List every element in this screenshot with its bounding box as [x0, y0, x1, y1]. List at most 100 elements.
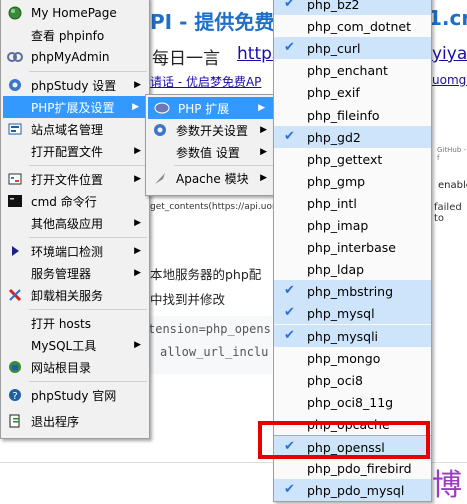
menu-item-open-location[interactable]: 打开文件位置 ▶: [1, 168, 149, 190]
extension-item-php-curl[interactable]: ✔ php_curl: [274, 37, 431, 60]
extension-label: php_gmp: [307, 173, 366, 189]
menu-item-label: 退出程序: [31, 414, 80, 429]
submenu-item-switch-settings[interactable]: 参数开关设置 ▶: [146, 119, 275, 141]
extension-label: php_gettext: [307, 151, 383, 167]
extension-item-php-imap[interactable]: php_imap: [274, 214, 431, 236]
submenu-item-apache-modules[interactable]: Apache 模块 ▶: [146, 167, 275, 189]
php-icon: [154, 100, 170, 116]
extension-label: php_oci8_11g: [307, 394, 394, 410]
menu-item-mysql-tools[interactable]: MySQL工具 ▶: [1, 334, 149, 356]
cmd-icon: [7, 193, 23, 209]
submenu-item-php-extensions[interactable]: PHP 扩展 ▶: [148, 97, 273, 119]
extension-label: php_pdo_firebird: [307, 461, 412, 477]
menu-item-cmd[interactable]: cmd 命令行: [1, 190, 149, 212]
submenu-arrow-icon: ▶: [134, 340, 141, 350]
big-char: 博: [432, 468, 462, 503]
menu-item-label: My HomePage: [31, 6, 117, 20]
extension-item-php-bz2[interactable]: ✔ php_bz2: [274, 0, 431, 15]
folder-icon: [7, 171, 23, 187]
menu-separator: [29, 165, 147, 166]
extension-item-php-mbstring[interactable]: ✔ php_mbstring: [274, 280, 431, 303]
menu-item-site-domains[interactable]: 站点域名管理: [1, 118, 149, 140]
menu-separator: [29, 381, 147, 382]
submenu-arrow-icon: ▶: [260, 147, 267, 157]
menu-separator: [174, 165, 273, 166]
description-link[interactable]: 请话 - 优启梦免费AP: [150, 73, 261, 90]
menu-item-web-root[interactable]: 网站根目录: [1, 356, 149, 378]
extension-item-php-mongo[interactable]: php_mongo: [274, 347, 431, 369]
submenu-arrow-icon: ▶: [134, 80, 141, 90]
menu-item-label: phpMyAdmin: [31, 50, 110, 64]
extension-item-php-gd2[interactable]: ✔ php_gd2: [274, 125, 431, 148]
svg-text:?: ?: [12, 391, 17, 402]
extension-item-php-fileinfo[interactable]: php_fileinfo: [274, 104, 431, 126]
subtitle: 每日一言: [152, 49, 220, 69]
menu-item-label: 参数开关设置: [176, 123, 249, 138]
menu-separator: [29, 237, 147, 238]
sites-icon: [7, 121, 23, 137]
extension-item-php-oci8-11g[interactable]: php_oci8_11g: [274, 391, 431, 413]
extension-item-php-intl[interactable]: php_intl: [274, 192, 431, 214]
check-icon: ✔: [284, 482, 295, 498]
extension-label: php_gd2: [307, 129, 361, 145]
menu-item-label: 站点域名管理: [31, 122, 104, 137]
menu-item-open-hosts[interactable]: 打开 hosts: [1, 312, 149, 334]
description-link-right[interactable]: uomg.: [432, 73, 467, 87]
extension-item-php-gmp[interactable]: php_gmp: [274, 170, 431, 192]
extension-label: php_ldap: [307, 262, 365, 278]
extension-item-php-exif[interactable]: php_exif: [274, 81, 431, 103]
page-title-right: 1.cn: [428, 6, 467, 30]
submenu-arrow-icon: ▶: [134, 268, 141, 278]
code-line-1-right: failed to: [434, 202, 462, 224]
extension-label: php_oci8: [307, 372, 363, 388]
menu-item-label: PHP扩展及设置: [31, 100, 115, 115]
menu-item-official-site[interactable]: ? phpStudy 官网: [1, 384, 149, 406]
menu-item-phpmyadmin[interactable]: phpMyAdmin: [1, 46, 149, 68]
phpmyadmin-icon: [7, 49, 23, 65]
extension-item-php-oci8[interactable]: php_oci8: [274, 369, 431, 391]
php-extensions-submenu: PHP 扩展 ▶ 参数开关设置 ▶ 参数值 设置 ▶ Apache 模块 ▶: [145, 94, 276, 196]
extension-item-php-interbase[interactable]: php_interbase: [274, 236, 431, 258]
extension-label: php_fileinfo: [307, 107, 380, 123]
extension-label: php_intl: [307, 195, 357, 211]
extension-item-php-mysqli[interactable]: ✔ php_mysqli: [274, 324, 431, 347]
menu-item-php-extensions[interactable]: PHP扩展及设置 ▶: [3, 96, 147, 118]
menu-item-label: 服务管理器: [31, 266, 92, 281]
submenu-arrow-icon: ▶: [258, 103, 265, 113]
extension-label: php_exif: [307, 85, 360, 101]
extension-item-php-ldap[interactable]: php_ldap: [274, 258, 431, 280]
gear-icon: [7, 77, 23, 93]
menu-item-label: 环境端口检测: [31, 244, 104, 259]
extension-item-php-mysql[interactable]: ✔ php_mysql: [274, 302, 431, 325]
menu-item-label: 参数值 设置: [176, 145, 240, 160]
menu-item-uninstall[interactable]: 卸载相关服务: [1, 284, 149, 306]
extension-item-php-com-dotnet[interactable]: php_com_dotnet: [274, 15, 431, 37]
menu-item-service-manager[interactable]: 服务管理器 ▶: [1, 262, 149, 284]
extension-item-php-gettext[interactable]: php_gettext: [274, 148, 431, 170]
extension-label: php_mbstring: [307, 284, 394, 300]
menu-item-homepage[interactable]: My HomePage: [1, 2, 149, 24]
submenu-arrow-icon: ▶: [132, 102, 139, 112]
exit-icon: [7, 413, 23, 429]
extension-label: php_mysqli: [307, 328, 379, 344]
menu-item-phpstudy-settings[interactable]: phpStudy 设置 ▶: [1, 74, 149, 96]
extension-label: php_mongo: [307, 350, 381, 366]
menu-item-exit[interactable]: 退出程序: [1, 410, 149, 432]
menu-item-phpinfo[interactable]: 查看 phpinfo: [1, 24, 149, 46]
menu-item-label: 打开文件位置: [31, 172, 104, 187]
submenu-item-value-settings[interactable]: 参数值 设置 ▶: [146, 141, 275, 163]
extension-item-php-enchant[interactable]: php_enchant: [274, 59, 431, 81]
menu-item-open-config[interactable]: 打开配置文件 ▶: [1, 140, 149, 162]
feather-icon: [152, 170, 168, 186]
extension-item-php-pdo-firebird[interactable]: php_pdo_firebird: [274, 457, 431, 479]
submenu-arrow-icon: ▶: [134, 218, 141, 228]
menu-item-advanced[interactable]: 其他高级应用 ▶: [1, 212, 149, 234]
menu-item-label: cmd 命令行: [31, 194, 97, 209]
check-icon: ✔: [284, 327, 295, 343]
menu-item-port-check[interactable]: 环境端口检测 ▶: [1, 240, 149, 262]
menu-item-label: 查看 phpinfo: [31, 28, 105, 43]
subtitle-link-right[interactable]: yiyar: [432, 44, 467, 64]
github-text: GitHub - f: [437, 146, 467, 162]
submenu-arrow-icon: ▶: [260, 125, 267, 135]
extension-item-php-pdo-mysql[interactable]: ✔ php_pdo_mysql: [274, 479, 431, 501]
